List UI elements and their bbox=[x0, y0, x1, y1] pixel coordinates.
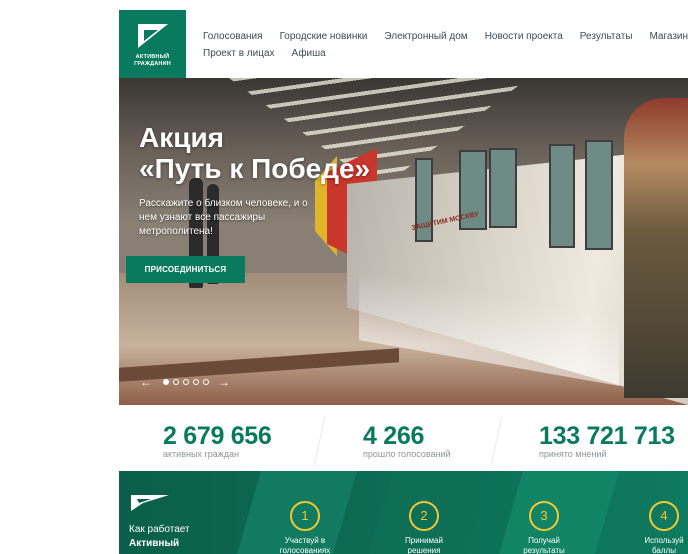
hero-title-line1: Акция bbox=[139, 122, 224, 153]
logo[interactable]: АКТИВНЫЙ ГРАЖДАНИН bbox=[119, 10, 186, 78]
nav-item-project-news[interactable]: Новости проекта bbox=[485, 31, 563, 42]
slider-dot[interactable] bbox=[163, 379, 169, 385]
step-number: 1 bbox=[290, 501, 320, 531]
triangle-logo-icon bbox=[138, 24, 168, 48]
step-label: Получай результаты bbox=[523, 536, 565, 554]
nav-row-2: Проект в лицах Афиша bbox=[203, 45, 688, 62]
step-label: Участвуй в голосованиях bbox=[279, 536, 331, 554]
step-number: 3 bbox=[529, 501, 559, 531]
hero-title: Акция «Путь к Победе» bbox=[139, 122, 370, 184]
hero-title-line2: «Путь к Победе» bbox=[139, 153, 371, 184]
hero-bg-window bbox=[585, 140, 613, 250]
step-1[interactable]: 1 Участвуй в голосованиях bbox=[270, 501, 340, 554]
page: АКТИВНЫЙ ГРАЖДАНИН Голосования Городские… bbox=[119, 0, 688, 554]
step-label: Принимай решения bbox=[405, 536, 443, 554]
slider-controls: ← → bbox=[140, 376, 230, 388]
how-title-line1: Как работает bbox=[129, 524, 190, 535]
hero-subtitle: Расскажите о близком человеке, и о нем у… bbox=[139, 198, 308, 237]
stat-divider bbox=[491, 417, 502, 465]
stats-bar: 2 679 656 активных граждан 4 266 прошло … bbox=[119, 405, 688, 471]
stat-label: активных граждан bbox=[163, 449, 239, 459]
slider-dot[interactable] bbox=[193, 379, 199, 385]
nav-row-1: Голосования Городские новинки Электронны… bbox=[203, 28, 688, 45]
logo-text: АКТИВНЫЙ ГРАЖДАНИН bbox=[119, 54, 186, 67]
nav-item-project-faces[interactable]: Проект в лицах bbox=[203, 48, 275, 59]
arrow-right-icon[interactable]: → bbox=[218, 376, 230, 388]
stat-opinions: 133 721 713 принято мнений bbox=[539, 423, 675, 459]
main-nav: Голосования Городские новинки Электронны… bbox=[203, 28, 688, 62]
stat-value: 133 721 713 bbox=[539, 422, 675, 450]
how-title: Как работает Активный bbox=[129, 523, 190, 551]
logo-line2: ГРАЖДАНИН bbox=[134, 60, 171, 67]
stat-value: 2 679 656 bbox=[163, 422, 272, 450]
slider-dot[interactable] bbox=[203, 379, 209, 385]
stat-value: 4 266 bbox=[363, 422, 425, 450]
arrow-left-icon[interactable]: ← bbox=[140, 376, 152, 388]
nav-item-rewards-shop[interactable]: Магазин поощрений bbox=[649, 31, 688, 42]
hero-slider: ЗАЩИТИМ МОСКВУ Акция «Путь к Победе» Рас… bbox=[119, 78, 688, 405]
stat-label: принято мнений bbox=[539, 449, 607, 459]
step-3[interactable]: 3 Получай результаты bbox=[509, 501, 579, 554]
slider-dot[interactable] bbox=[173, 379, 179, 385]
hero-bg-soldier bbox=[624, 98, 688, 398]
nav-item-e-house[interactable]: Электронный дом bbox=[384, 31, 467, 42]
how-title-line2: Активный bbox=[129, 538, 180, 549]
step-2[interactable]: 2 Принимай решения bbox=[389, 501, 459, 554]
plane-icon bbox=[131, 495, 169, 511]
step-number: 2 bbox=[409, 501, 439, 531]
nav-item-votes[interactable]: Голосования bbox=[203, 31, 263, 42]
stat-label: прошло голосований bbox=[363, 449, 451, 459]
stat-citizens: 2 679 656 активных граждан bbox=[163, 423, 272, 459]
nav-item-city-news[interactable]: Городские новинки bbox=[280, 31, 368, 42]
slider-dot[interactable] bbox=[183, 379, 189, 385]
nav-item-results[interactable]: Результаты bbox=[580, 31, 633, 42]
nav-item-afisha[interactable]: Афиша bbox=[292, 48, 326, 59]
stat-votes: 4 266 прошло голосований bbox=[363, 423, 451, 459]
hero-bg-window bbox=[489, 148, 517, 228]
stat-divider bbox=[314, 417, 325, 465]
hero-bg-window bbox=[549, 144, 575, 248]
step-4[interactable]: 4 Используй баллы bbox=[629, 501, 688, 554]
slider-dots bbox=[163, 379, 209, 385]
join-button[interactable]: ПРИСОЕДИНИТЬСЯ bbox=[126, 256, 245, 283]
how-it-works: Как работает Активный 1 Участвуй в голосо… bbox=[119, 471, 688, 554]
step-label: Используй баллы bbox=[644, 536, 684, 554]
step-number: 4 bbox=[649, 501, 679, 531]
